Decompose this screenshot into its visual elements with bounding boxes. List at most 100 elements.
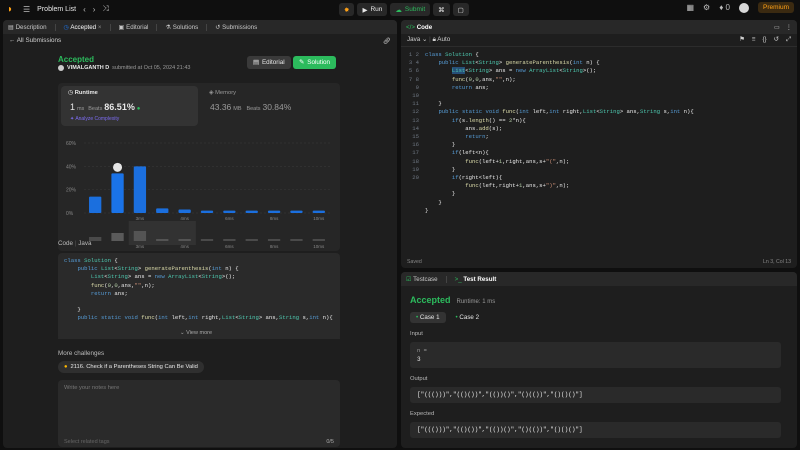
challenge-chip[interactable]: ● 2116. Check if a Parentheses String Can…: [58, 361, 204, 373]
play-icon: ▶: [362, 6, 368, 14]
tab-test-result[interactable]: >_ Test Result: [455, 276, 497, 283]
auto-label: Auto: [437, 36, 451, 43]
clock-icon: ◷: [63, 23, 69, 31]
case-2-tab[interactable]: • Case 2: [450, 312, 486, 323]
runtime-box[interactable]: ◷ Runtime 1 ms Beats 86.51% ● ✦ Analyze …: [61, 86, 198, 126]
editor-toolbar-left: Java ⌄ | 🔒︎ Auto: [407, 36, 451, 43]
auto-toggle[interactable]: 🔒︎ Auto: [432, 36, 450, 43]
editor-window-controls: ▭ ⋮: [774, 24, 792, 31]
username[interactable]: VIMALGANTH D: [67, 65, 109, 71]
editorial-button[interactable]: ▤ Editorial: [247, 56, 291, 69]
leetcode-logo-icon[interactable]: ◗: [7, 4, 16, 15]
more-challenges-title: More challenges: [58, 350, 105, 357]
y-tick-label: 40%: [66, 164, 77, 170]
notes-area[interactable]: Write your notes here Select related tag…: [58, 380, 340, 447]
input-label: Input: [410, 331, 423, 337]
list-icon[interactable]: ☰: [23, 5, 30, 14]
y-tick-label: 20%: [66, 188, 77, 194]
divider: [445, 275, 447, 283]
problem-list-link[interactable]: Problem List: [37, 6, 76, 13]
code-section-header: Code | Java: [58, 240, 92, 247]
input-n-label: n =: [417, 347, 427, 354]
code-editor[interactable]: class Solution { public List<String> gen…: [425, 51, 694, 215]
run-button[interactable]: ▶ Run: [357, 3, 388, 16]
editor-panel: </> Code ▭ ⋮ Java ⌄ | 🔒︎ Auto ⚑ ≡{} ↺ ⤢ 1 2 …: [401, 20, 797, 268]
divider: [206, 23, 208, 31]
tab-editorial-label: Editorial: [126, 23, 149, 31]
code-section-title: Code: [58, 240, 74, 247]
braces-icon[interactable]: {}: [762, 36, 766, 44]
runtime-beats: 86.51%: [104, 102, 135, 112]
output-label: Output: [410, 376, 428, 382]
debug-button[interactable]: ✸: [339, 3, 355, 16]
mini-bar: [290, 239, 303, 241]
tab-submissions-label: Submissions: [222, 23, 258, 31]
x-tick-label: 6ms: [225, 216, 234, 221]
tab-editorial[interactable]: ▣ Editorial: [119, 24, 149, 31]
breakpoint-gutter[interactable]: [421, 75, 424, 78]
code-preview-text: class Solution { public List<String> gen…: [64, 257, 333, 322]
premium-button[interactable]: Premium: [757, 2, 794, 13]
tab-accepted[interactable]: ◷ Accepted ×: [64, 24, 102, 31]
memory-value: 43.36: [210, 102, 232, 112]
notes-placeholder: Write your notes here: [64, 385, 120, 391]
shuffle-icon[interactable]: ⤨: [102, 4, 108, 14]
bar: [133, 166, 147, 213]
tab-testcase-label: Testcase: [413, 275, 438, 283]
reset-icon[interactable]: ↺: [774, 36, 779, 44]
prev-icon[interactable]: ‹: [83, 5, 86, 14]
link-icon[interactable]: 🔗︎: [383, 37, 391, 45]
case-1-tab[interactable]: • Case 1: [410, 312, 446, 323]
runtime-unit: ms: [76, 106, 85, 112]
tab-testcase[interactable]: ☑ Testcase: [406, 276, 438, 283]
runtime-distribution-chart[interactable]: 60%40%20%0%3ms3ms4ms4ms6ms6ms8ms8ms10ms1…: [58, 129, 340, 251]
solution-button[interactable]: ✎ Solution: [293, 56, 337, 69]
runtime-stats: 1 ms Beats 86.51% ●: [70, 102, 140, 112]
settings-icon[interactable]: ⚙: [703, 3, 710, 12]
editor-tools: ⚑ ≡ {} ↺ ⤢: [739, 36, 791, 44]
mini-x-tick-label: 8ms: [270, 244, 279, 249]
back-label: All Submissions: [16, 37, 62, 44]
test-tabs: ☑ Testcase >_ Test Result: [401, 272, 797, 286]
tab-submissions[interactable]: ↺ Submissions: [215, 24, 257, 31]
chip-icon: ◈: [209, 90, 214, 96]
editor-settings-button[interactable]: ⌘: [433, 3, 450, 16]
memory-label-row: ◈ Memory: [209, 90, 236, 96]
solution-label: Solution: [307, 59, 331, 66]
back-link[interactable]: ← All Submissions: [9, 37, 61, 44]
submit-label: Submit: [404, 6, 426, 13]
bar: [245, 210, 258, 213]
checkbox-icon: ☑: [406, 275, 412, 283]
tags-selector[interactable]: Select related tags: [64, 439, 110, 445]
format-icon[interactable]: ≡: [752, 36, 756, 44]
fullscreen-icon[interactable]: ⤢: [786, 36, 791, 44]
cloud-upload-icon: ☁: [395, 6, 402, 14]
memory-box[interactable]: ◈ Memory 43.36 MB Beats 30.84%: [204, 86, 334, 126]
maximize-icon[interactable]: ▭: [774, 24, 780, 31]
bar: [223, 210, 236, 213]
x-tick-label: 10ms: [313, 216, 325, 221]
tab-description[interactable]: ▤ Description: [8, 24, 47, 31]
language-value: Java: [407, 36, 421, 43]
submit-button[interactable]: ☁ Submit: [390, 3, 431, 16]
more-icon[interactable]: ⋮: [786, 24, 792, 31]
bookmark-icon[interactable]: ⚑: [739, 36, 745, 44]
streak-icon[interactable]: ♦ 0: [719, 3, 730, 12]
avatar[interactable]: [738, 2, 749, 13]
streak-count: 0: [725, 3, 730, 12]
next-icon[interactable]: ›: [93, 5, 96, 14]
analyze-complexity-link[interactable]: ✦ Analyze Complexity: [70, 116, 119, 122]
layout-icon[interactable]: ▦: [686, 3, 694, 12]
notes-button[interactable]: ▢: [452, 3, 469, 16]
close-icon[interactable]: ×: [98, 24, 102, 31]
submitted-time: submitted at Oct 05, 2024 21:43: [112, 65, 191, 71]
x-tick-label: 3ms: [136, 216, 145, 221]
submitter-line: VIMALGANTH D submitted at Oct 05, 2024 2…: [58, 65, 190, 71]
tab-solutions[interactable]: ⚗ Solutions: [165, 24, 198, 31]
mini-bar: [200, 239, 214, 241]
top-bar: ◗ ☰ Problem List ‹ › ⤨ ✸ ▶ Run ☁ Submit ⌘ …: [0, 0, 800, 18]
language-select[interactable]: Java ⌄: [407, 36, 427, 43]
user-marker: [113, 162, 123, 172]
view-more-button[interactable]: ⌄ View more: [180, 330, 212, 336]
case-2-label: Case 2: [459, 314, 480, 321]
